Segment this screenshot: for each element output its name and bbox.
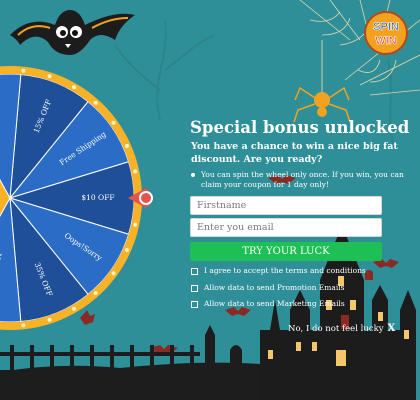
decline-label: No, I do not feel lucky [288, 323, 384, 334]
spin-win-popup: SPIN WIN 15% OFFOops!SorryFree Shipping$… [0, 0, 420, 400]
rim-light [93, 100, 98, 105]
email-input[interactable] [190, 218, 382, 237]
rim-light [124, 248, 129, 253]
promo-checkbox-label: Allow data to send Promotion Emails [204, 283, 345, 292]
form-title: Special bonus unlocked [190, 118, 410, 137]
close-icon[interactable]: X [388, 323, 396, 334]
marketing-checkbox-label: Allow data to send Marketing Emails [204, 299, 345, 308]
rim-light [21, 68, 26, 73]
rim-light [111, 120, 116, 125]
rim-light [72, 306, 76, 311]
rim-light [133, 169, 138, 174]
rim-light [47, 74, 52, 79]
marketing-checkbox-row[interactable]: Allow data to send Marketing Emails [191, 298, 381, 310]
rim-light [21, 323, 26, 328]
firstname-input[interactable] [190, 196, 382, 215]
bullet-dot [191, 173, 195, 177]
decline-link[interactable]: No, I do not feel lucky X [288, 323, 395, 334]
rim-light [133, 222, 138, 227]
spin-notice-text: You can spin the wheel only once. If you… [201, 170, 404, 189]
rim-light [72, 85, 76, 90]
terms-checkbox[interactable] [191, 267, 198, 275]
rim-light [47, 317, 52, 322]
try-your-luck-button[interactable]: TRY YOUR LUCK [190, 242, 382, 261]
terms-checkbox-label: I agree to accept the terms and conditio… [204, 266, 366, 275]
rim-light [111, 271, 116, 276]
promo-checkbox[interactable] [191, 284, 198, 292]
rim-light [124, 143, 129, 148]
rim-light [93, 291, 98, 296]
marketing-checkbox[interactable] [191, 300, 198, 308]
wheel-segment-label: $10 OFF [81, 193, 114, 202]
form-subtitle: You have a chance to win a nice big fat … [191, 141, 398, 165]
terms-checkbox-row[interactable]: I agree to accept the terms and conditio… [191, 265, 381, 277]
spin-notice: You can spin the wheel only once. If you… [191, 170, 406, 190]
promo-checkbox-row[interactable]: Allow data to send Promotion Emails [191, 282, 381, 294]
